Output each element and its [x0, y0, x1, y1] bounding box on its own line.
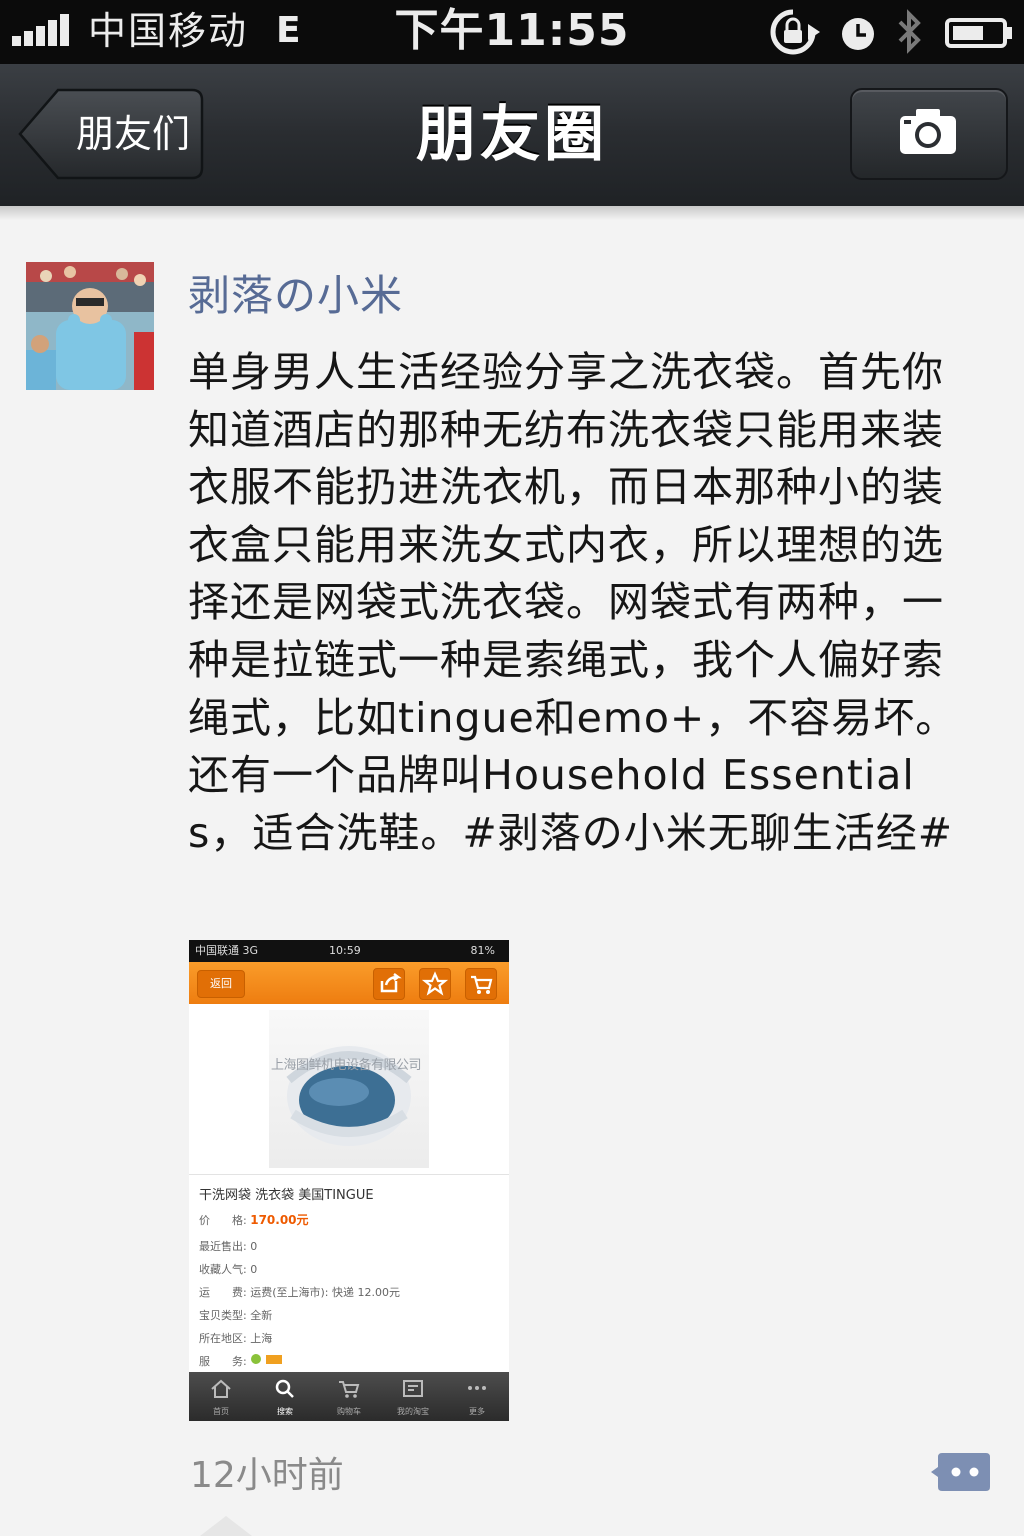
post-image[interactable]: 中国联通 3G 10:59 81% 返回 上海图鲜机电设备有限公司 干洗网袋 洗…: [189, 940, 509, 1421]
post-timestamp: 12小时前: [190, 1455, 344, 1496]
row-value: 0: [250, 1240, 258, 1253]
row-label: 服 务:: [199, 1355, 247, 1368]
product-row-price: 价 格: 170.00元: [199, 1211, 309, 1228]
product-row-shipping: 运 费: 运费(至上海市): 快递 12.00元: [199, 1284, 400, 1300]
rotation-lock-icon: [770, 9, 820, 55]
post-author[interactable]: 剥落の小米: [188, 266, 403, 326]
bluetooth-icon: [898, 9, 921, 54]
thumb-tab-more: 更多: [445, 1378, 509, 1418]
share-icon: [373, 968, 405, 1000]
row-label: 收藏人气:: [199, 1263, 247, 1276]
home-icon: [211, 1379, 231, 1398]
product-row-sold: 最近售出: 0: [199, 1238, 257, 1254]
tab-label: 我的淘宝: [397, 1407, 429, 1416]
more-dots-icon: [468, 1386, 486, 1390]
row-label: 价 格:: [199, 1214, 247, 1227]
row-value: 运费(至上海市): 快递 12.00元: [250, 1286, 400, 1299]
product-row-service: 服 务:: [199, 1353, 284, 1369]
product-photo: [269, 1010, 429, 1168]
row-label: 最近售出:: [199, 1240, 247, 1253]
thumb-carrier: 中国联通 3G: [195, 944, 259, 957]
nav-shadow: [0, 206, 1024, 220]
thumb-battery: 81%: [470, 944, 495, 957]
tab-label: 首页: [213, 1407, 229, 1416]
battery-icon: [945, 18, 1012, 48]
cart-icon: [339, 1381, 360, 1398]
product-watermark: 上海图鲜机电设备有限公司: [271, 1058, 422, 1073]
star-icon: [419, 968, 451, 1000]
row-label: 运 费:: [199, 1286, 247, 1299]
product-title: 干洗网袋 洗衣袋 美国TINGUE: [199, 1188, 374, 1203]
thumb-status-bar: 中国联通 3G 10:59 81%: [189, 940, 509, 962]
status-bar: 中国移动 E 下午11:55: [0, 0, 1024, 64]
thumb-divider: [189, 1174, 509, 1175]
thumb-tab-bar: 首页 搜索 购物车 我的淘宝 更多: [189, 1372, 509, 1421]
thumb-tab-mytaobao: 我的淘宝: [381, 1378, 445, 1418]
comments-notch: [200, 1516, 252, 1536]
product-row-condition: 宝贝类型: 全新: [199, 1307, 272, 1323]
thumb-back-button: 返回: [197, 970, 245, 998]
camera-button[interactable]: [850, 88, 1008, 180]
search-icon: [275, 1379, 294, 1398]
avatar[interactable]: [26, 262, 154, 390]
row-value: 上海: [250, 1332, 273, 1345]
product-row-location: 所在地区: 上海: [199, 1330, 272, 1346]
row-value: 170.00元: [250, 1213, 309, 1227]
row-value: 全新: [250, 1309, 273, 1322]
thumb-tab-cart: 购物车: [317, 1378, 381, 1418]
camera-icon: [900, 109, 956, 154]
alarm-clock-icon: [842, 18, 874, 50]
thumb-time: 10:59: [329, 944, 361, 957]
profile-card-icon: [403, 1380, 423, 1397]
row-label: 所在地区:: [199, 1332, 247, 1345]
post-body: 单身男人生活经验分享之洗衣袋。首先你知道酒店的那种无纺布洗衣袋只能用来装衣服不能…: [188, 348, 958, 857]
row-value: 0: [250, 1263, 258, 1276]
thumb-nav-bar: 返回: [189, 962, 509, 1004]
product-row-favorites: 收藏人气: 0: [199, 1261, 257, 1277]
thumb-tab-search: 搜索: [253, 1378, 317, 1418]
comment-icon: [931, 1453, 990, 1491]
tab-label: 更多: [469, 1407, 485, 1416]
tab-label: 购物车: [337, 1407, 361, 1416]
thumb-tab-home: 首页: [189, 1378, 253, 1418]
tab-label: 搜索: [277, 1407, 293, 1416]
service-badges-icon: [251, 1354, 283, 1364]
row-label: 宝贝类型:: [199, 1309, 247, 1322]
cart-icon: [465, 968, 497, 1000]
avatar-image: [26, 262, 154, 390]
comment-button[interactable]: [930, 1449, 992, 1495]
